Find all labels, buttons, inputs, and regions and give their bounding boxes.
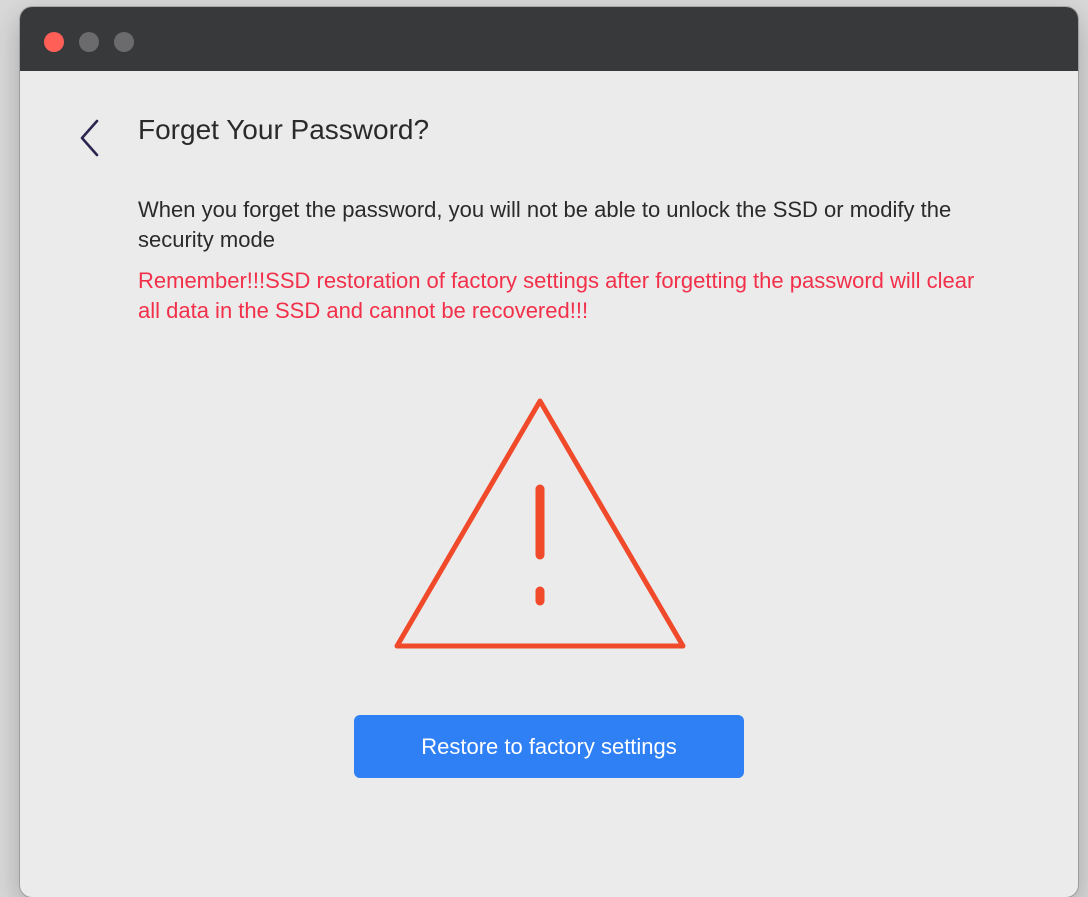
description-text: When you forget the password, you will n… — [138, 197, 952, 252]
warning-text: Remember!!!SSD restoration of factory se… — [138, 268, 975, 323]
app-window: Forget Your Password? When you forget th… — [20, 7, 1078, 897]
restore-factory-settings-button[interactable]: Restore to factory settings — [354, 715, 744, 778]
maximize-window-button[interactable] — [114, 32, 134, 52]
close-window-button[interactable] — [44, 32, 64, 52]
back-button[interactable] — [76, 115, 106, 161]
warning-triangle-icon — [392, 393, 688, 651]
page-title: Forget Your Password? — [138, 114, 430, 145]
minimize-window-button[interactable] — [79, 32, 99, 52]
title-bar — [20, 7, 1078, 71]
chevron-left-icon — [80, 119, 99, 157]
